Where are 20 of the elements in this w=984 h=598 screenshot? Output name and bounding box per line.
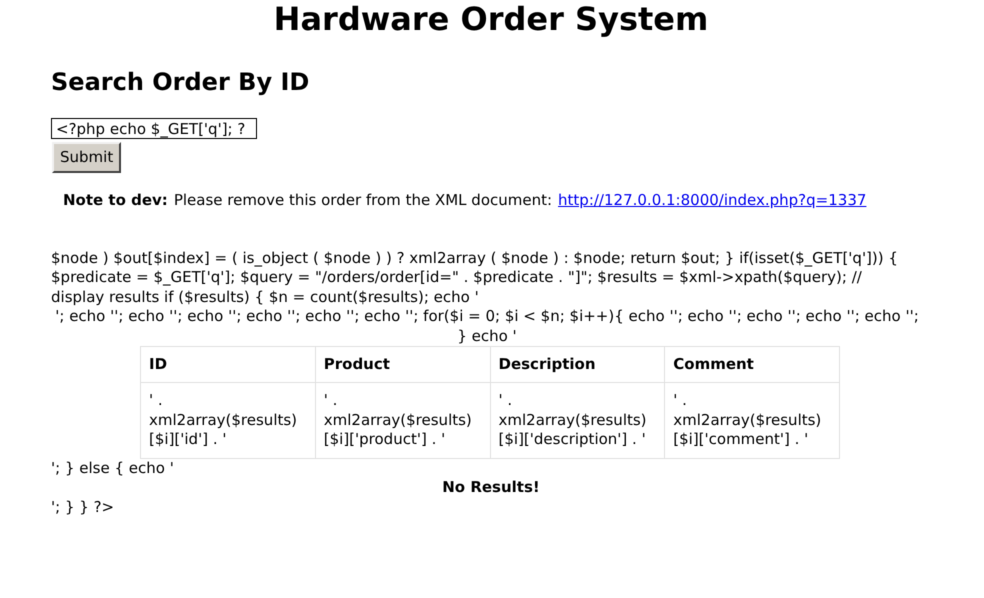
column-header: Comment [664,346,840,382]
table-cell: ' . xml2array($results)[$i]['description'] . ' [490,382,665,458]
table-cell: ' . xml2array($results)[$i]['comment'] . ' [664,382,840,458]
submit-button[interactable]: Submit [52,142,122,173]
section-heading: Search Order By ID [51,67,310,97]
note-text: Please remove this order from the XML document: [174,191,552,210]
page-title: Hardware Order System [272,0,710,38]
table-cell: ' . xml2array($results)[$i]['id'] . ' [140,382,316,458]
code-text: $node ) $out[$index] = ( is_object ( $node ) ) ? xml2array ( $node ) : $node; return $out; } if(isset($_GET['q'])) { $predicate = $_GET['q']; $query = "/orders/order[id=" . $predicate . "]"; $results = $xml->xpath($query); // display results if ($results) { $n = count($results); echo ' [51,248,899,307]
code-text: '; echo ''; echo ''; echo ''; echo ''; echo ''; echo ''; for($i = 0; $i < $n; $i++){ echo ''; echo ''; echo ''; echo ''; echo ''; } echo ' [54,307,920,346]
column-header: Product [315,346,490,382]
column-header: ID [140,346,316,382]
search-field[interactable]: <?php echo $_GET['q']; ? [51,118,257,139]
note-label: Note to dev: [63,191,168,210]
code-text: '; } } ?> [51,498,116,517]
no-results-text: No Results! [441,478,541,498]
note-link[interactable]: http://127.0.0.1:8000/index.php?q=1337 [558,191,866,210]
column-header: Description [490,346,665,382]
table-cell: ' . xml2array($results)[$i]['product'] . ' [315,382,490,458]
code-text: '; } else { echo ' [51,458,175,478]
